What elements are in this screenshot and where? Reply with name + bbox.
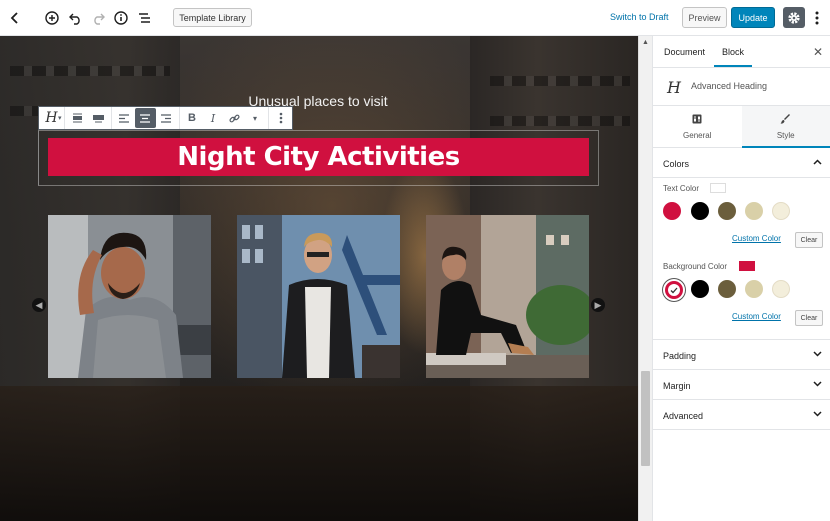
advanced-heading-icon: H <box>667 78 681 97</box>
general-style-tabs: General Style <box>653 106 830 148</box>
chevron-up-icon[interactable] <box>813 157 822 167</box>
advanced-panel-title: Advanced <box>663 411 704 421</box>
block-type-group: H ▾ <box>39 107 65 129</box>
color-swatch-black[interactable] <box>691 202 709 220</box>
block-card-title: Advanced Heading <box>691 81 768 91</box>
editor-top-toolbar: Template Library Switch to Draft Preview… <box>0 0 830 36</box>
align-left-icon[interactable] <box>114 108 135 128</box>
colors-panel-title: Colors <box>663 159 690 169</box>
tab-block[interactable]: Block <box>714 47 753 67</box>
background-color-preview <box>739 261 755 271</box>
tab-general[interactable]: General <box>653 106 742 148</box>
color-swatch-beige[interactable] <box>745 202 763 220</box>
sidebar-tabs: Document Block ✕ <box>653 36 830 68</box>
background-windows <box>10 66 170 76</box>
bold-icon[interactable]: B <box>182 108 203 128</box>
gallery-image-3[interactable] <box>426 215 589 378</box>
block-width-group <box>65 107 112 129</box>
settings-gear-icon[interactable] <box>783 7 805 28</box>
preview-button[interactable]: Preview <box>682 7 727 28</box>
page-heading[interactable]: Night City Activities <box>177 142 460 172</box>
chevron-down-icon[interactable] <box>813 379 822 389</box>
tab-document[interactable]: Document <box>664 47 705 57</box>
gallery-prev-arrow-icon[interactable]: ◀ <box>32 298 46 312</box>
checkmark-icon <box>668 284 680 296</box>
align-wide-icon[interactable] <box>67 108 88 128</box>
switch-to-draft-link[interactable]: Switch to Draft <box>610 12 669 22</box>
align-center-icon[interactable] <box>134 108 156 128</box>
text-color-clear-button[interactable]: Clear <box>795 232 823 248</box>
text-custom-color-link[interactable]: Custom Color <box>732 234 781 243</box>
color-swatch-cream[interactable] <box>772 280 790 298</box>
color-swatch-cream[interactable] <box>772 202 790 220</box>
text-color-label: Text Color <box>663 184 700 193</box>
redo-icon[interactable] <box>88 8 108 28</box>
background-color-clear-button[interactable]: Clear <box>795 310 823 326</box>
color-swatch-olive[interactable] <box>718 202 736 220</box>
update-button[interactable]: Update <box>731 7 775 28</box>
more-options-icon[interactable] <box>271 108 292 128</box>
more-menu-icon[interactable] <box>810 8 824 28</box>
colors-panel-header[interactable]: Colors <box>653 148 830 178</box>
colors-panel-body: Text Color Custom Color Clear Background… <box>653 178 830 340</box>
more-rich-text-chevron-icon[interactable]: ▾ <box>245 108 266 128</box>
margin-panel-header[interactable]: Margin <box>653 370 830 400</box>
chevron-down-icon[interactable] <box>813 409 822 419</box>
settings-sidebar: Document Block ✕ H Advanced Heading Gene… <box>652 36 830 521</box>
gallery-image-1[interactable] <box>48 215 211 378</box>
background-custom-color-link[interactable]: Custom Color <box>732 312 781 321</box>
color-swatch-beige[interactable] <box>745 280 763 298</box>
block-card: H Advanced Heading <box>653 68 830 106</box>
chevron-down-icon[interactable]: ▾ <box>58 114 62 122</box>
back-chevron-icon[interactable] <box>5 8 25 28</box>
close-icon[interactable]: ✕ <box>813 45 823 59</box>
color-swatch-crimson[interactable] <box>663 202 681 220</box>
color-swatch-olive[interactable] <box>718 280 736 298</box>
padding-panel-header[interactable]: Padding <box>653 340 830 370</box>
template-library-button[interactable]: Template Library <box>173 8 252 27</box>
text-color-preview <box>710 183 726 193</box>
align-full-icon[interactable] <box>88 108 109 128</box>
background-windows <box>490 116 630 126</box>
heading-background-bar[interactable]: Night City Activities <box>48 138 589 176</box>
chevron-down-icon[interactable] <box>813 349 822 359</box>
general-settings-icon <box>692 114 702 127</box>
text-align-group <box>112 107 180 129</box>
info-icon[interactable] <box>111 8 131 28</box>
background-color-label: Background Color <box>663 262 728 271</box>
link-icon[interactable] <box>224 108 245 128</box>
format-group: B I ▾ <box>180 107 269 129</box>
padding-panel-title: Padding <box>663 351 697 361</box>
align-right-icon[interactable] <box>156 108 177 128</box>
tab-style[interactable]: Style <box>741 106 830 148</box>
color-swatch-crimson-selected[interactable] <box>665 281 683 299</box>
scrollbar-thumb[interactable] <box>641 371 650 466</box>
undo-icon[interactable] <box>65 8 85 28</box>
tab-general-label: General <box>683 131 712 140</box>
color-swatch-black[interactable] <box>691 280 709 298</box>
tab-style-label: Style <box>776 130 795 140</box>
add-block-icon[interactable] <box>42 8 62 28</box>
background-street <box>0 386 638 521</box>
canvas-scrollbar[interactable]: ▲ <box>638 36 652 521</box>
italic-icon[interactable]: I <box>203 108 224 128</box>
brush-icon <box>780 113 791 127</box>
block-toolbar: H ▾ B I ▾ <box>38 106 293 130</box>
scroll-up-icon[interactable]: ▲ <box>642 39 649 46</box>
options-group <box>269 107 294 129</box>
gallery-next-arrow-icon[interactable]: ▶ <box>591 298 605 312</box>
gallery-image-2[interactable] <box>237 215 400 378</box>
block-navigation-icon[interactable] <box>134 8 154 28</box>
advanced-panel-header[interactable]: Advanced <box>653 400 830 430</box>
margin-panel-title: Margin <box>663 381 691 391</box>
background-windows <box>490 76 630 86</box>
